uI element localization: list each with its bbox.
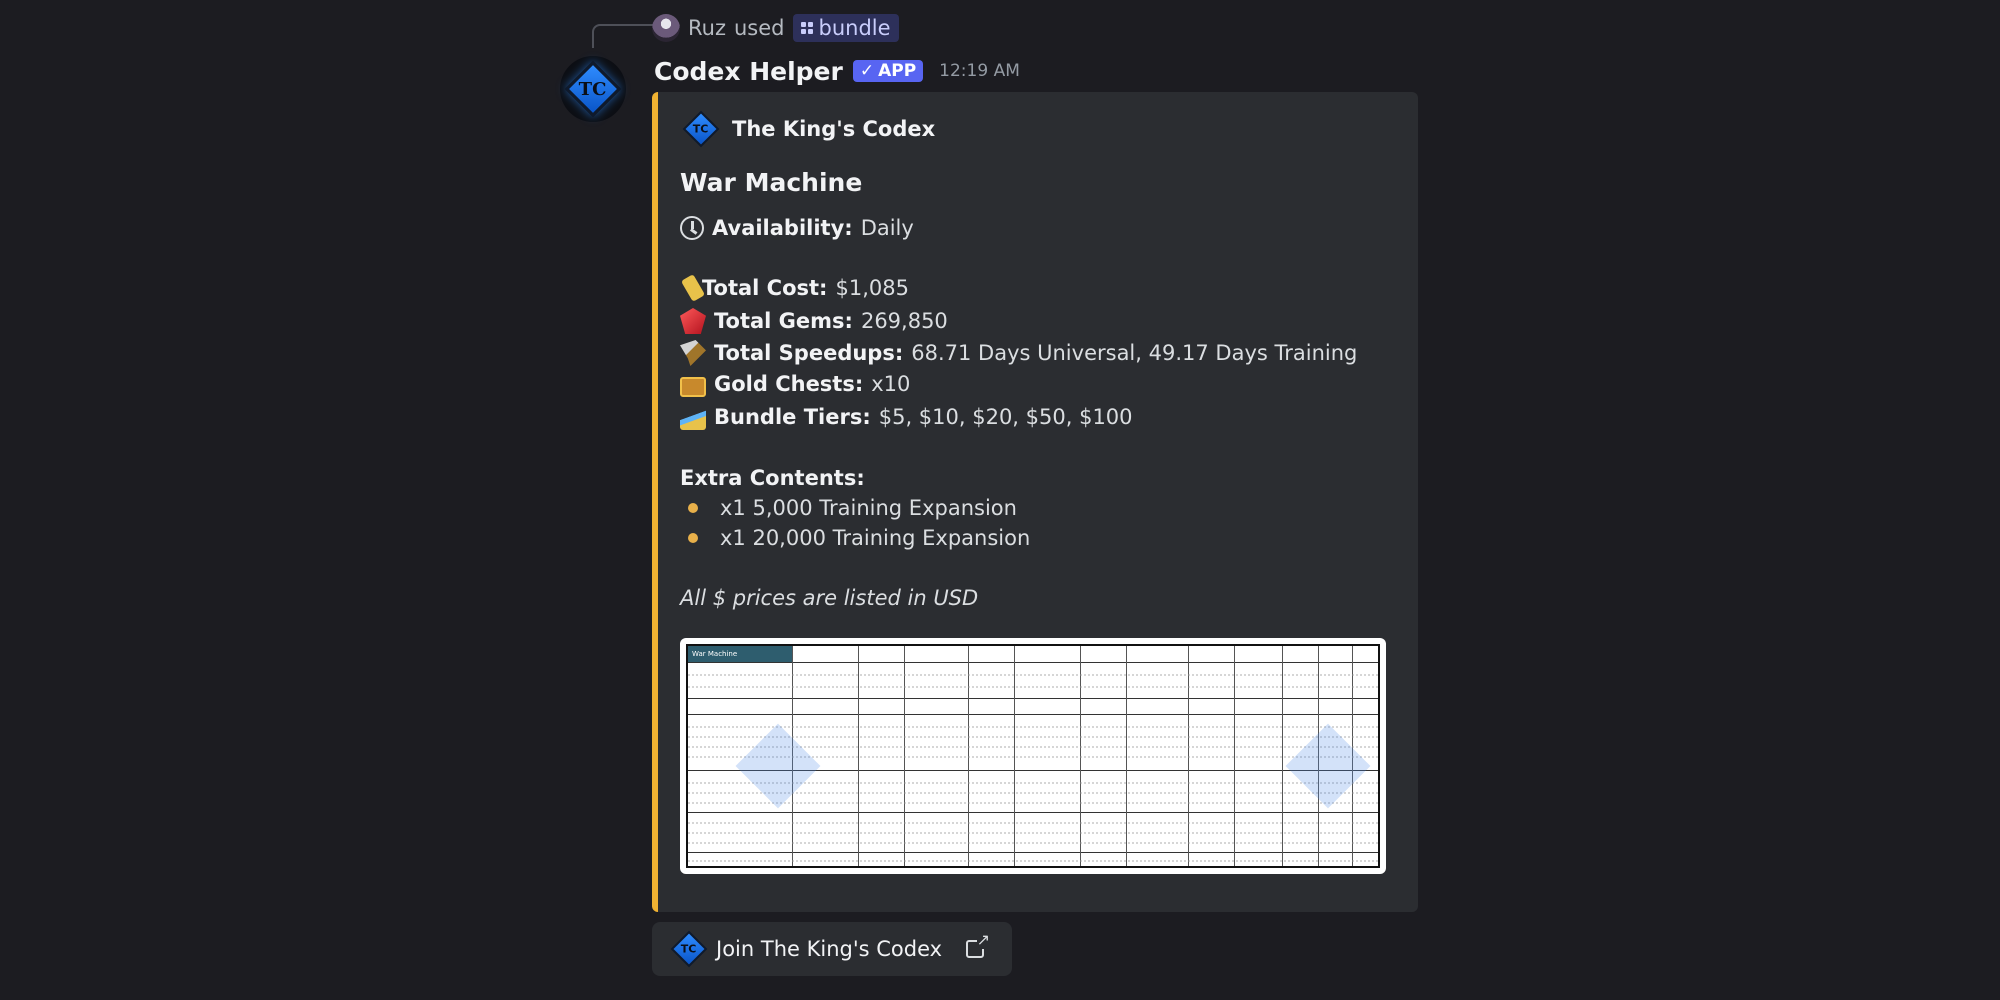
bot-username[interactable]: Codex Helper (654, 57, 843, 86)
total-speedups-line: Total Speedups: 68.71 Days Universal, 49.… (680, 340, 1357, 366)
reply-connector (592, 24, 654, 48)
command-name: bundle (818, 16, 891, 40)
embed-author: TC The King's Codex (682, 110, 936, 148)
author-logo-icon: TC (682, 110, 720, 148)
author-name: The King's Codex (732, 117, 936, 141)
gem-icon (680, 308, 706, 334)
availability-line: Availability: Daily (680, 216, 914, 240)
join-kings-codex-button[interactable]: TC Join The King's Codex (652, 922, 1012, 976)
button-label: Join The King's Codex (716, 937, 943, 961)
bundle-tiers-line: Bundle Tiers: $5, $10, $20, $50, $100 (680, 404, 1133, 430)
check-icon: ✓ (859, 61, 875, 81)
bullet-icon (688, 533, 698, 543)
kings-codex-logo-icon: TC (564, 60, 622, 118)
user-avatar[interactable] (652, 14, 680, 42)
kings-codex-logo-icon: TC (670, 930, 708, 968)
command-mention[interactable]: bundle (792, 14, 899, 42)
extra-contents-heading: Extra Contents: (680, 466, 865, 490)
clock-icon (680, 216, 704, 240)
gold-chests-line: Gold Chests: x10 (680, 372, 910, 397)
reply-used-text: used (733, 16, 785, 40)
chest-icon (680, 377, 706, 397)
slash-command-icon (800, 22, 813, 34)
list-item: x1 20,000 Training Expansion (680, 526, 1030, 550)
chart-icon (680, 404, 706, 430)
bullet-icon (688, 503, 698, 513)
reply-reference[interactable]: Ruz used bundle (652, 12, 899, 44)
bundle-table-image[interactable]: War Machine (680, 638, 1386, 874)
app-badge: ✓ APP (852, 60, 924, 82)
message-header: Codex Helper ✓ APP 12:19 AM (654, 54, 1020, 88)
reply-username[interactable]: Ruz (688, 16, 726, 40)
embed-title: War Machine (680, 168, 863, 197)
total-gems-line: Total Gems: 269,850 (680, 308, 948, 334)
timestamp[interactable]: 12:19 AM (939, 61, 1020, 81)
hammer-icon (680, 340, 706, 366)
footer-note: All $ prices are listed in USD (680, 586, 979, 610)
table-graphic: War Machine (686, 644, 1380, 868)
list-item: x1 5,000 Training Expansion (680, 496, 1017, 520)
total-cost-line: Total Cost: $1,085 (680, 274, 909, 302)
embed-card: TC The King's Codex War Machine Availabi… (652, 92, 1418, 912)
bot-avatar[interactable]: TC (560, 56, 626, 122)
table-header: War Machine (688, 646, 792, 662)
external-link-icon (966, 930, 991, 958)
